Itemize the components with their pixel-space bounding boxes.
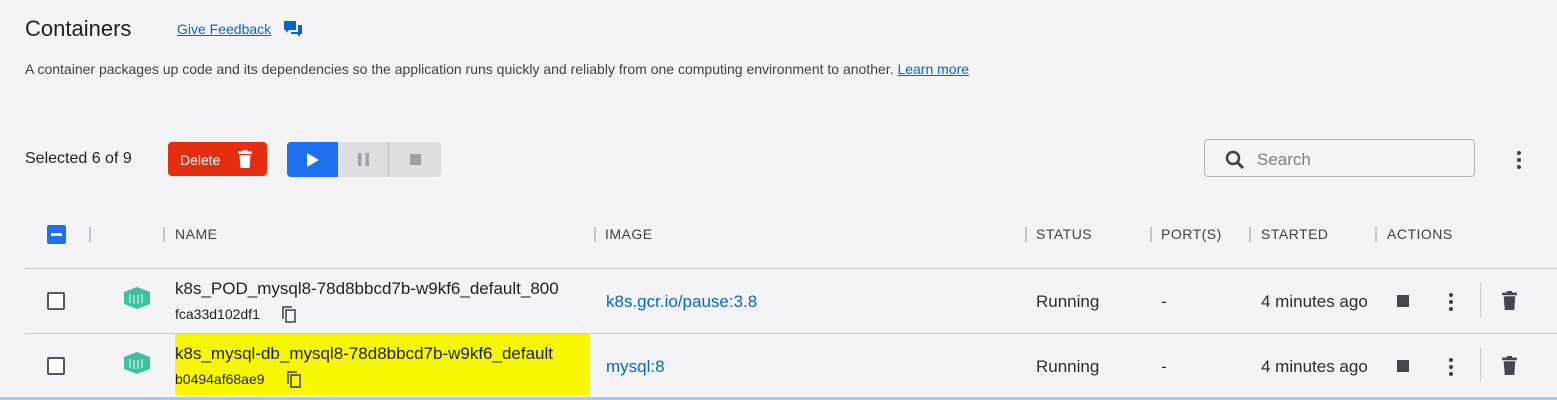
start-button[interactable] xyxy=(287,142,338,177)
started-text: 4 minutes ago xyxy=(1261,357,1368,376)
chat-bubbles-icon[interactable] xyxy=(283,20,303,38)
trash-icon[interactable] xyxy=(1502,356,1517,375)
pause-icon xyxy=(358,153,369,166)
copy-icon[interactable] xyxy=(282,306,296,323)
column-separator xyxy=(1150,227,1152,242)
ports-text: - xyxy=(1161,292,1167,311)
container-cube-icon xyxy=(124,287,150,309)
trash-icon[interactable] xyxy=(1502,291,1517,310)
delete-button[interactable]: Delete xyxy=(168,142,267,176)
more-options-icon[interactable] xyxy=(1516,150,1522,170)
column-separator xyxy=(594,227,596,242)
delete-button-label: Delete xyxy=(180,152,221,168)
column-header-actions: ACTIONS xyxy=(1387,226,1453,242)
column-separator xyxy=(163,227,165,242)
stop-icon xyxy=(410,154,421,165)
column-separator xyxy=(1375,227,1377,242)
row-checkbox[interactable] xyxy=(47,292,65,310)
selection-count: Selected 6 of 9 xyxy=(25,150,132,167)
column-separator xyxy=(1249,227,1251,242)
container-cube-icon xyxy=(124,352,150,374)
row-checkbox[interactable] xyxy=(47,357,65,375)
container-name[interactable]: k8s_mysql-db_mysql8-78d8bbcd7b-w9kf6_def… xyxy=(175,344,590,364)
more-options-icon[interactable] xyxy=(1448,292,1454,312)
ports-text: - xyxy=(1161,357,1167,376)
give-feedback-link[interactable]: Give Feedback xyxy=(177,21,271,37)
image-link[interactable]: k8s.gcr.io/pause:3.8 xyxy=(606,292,757,312)
column-header-image[interactable]: IMAGE xyxy=(605,226,653,242)
column-separator xyxy=(89,227,91,242)
page-description: A container packages up code and its dep… xyxy=(25,61,969,77)
stop-icon[interactable] xyxy=(1397,360,1409,372)
copy-icon[interactable] xyxy=(287,371,301,388)
search-input[interactable]: Search xyxy=(1204,139,1475,177)
search-placeholder: Search xyxy=(1257,150,1311,169)
table-row[interactable]: k8s_mysql-db_mysql8-78d8bbcd7b-w9kf6_def… xyxy=(0,334,1557,397)
container-actions-group xyxy=(287,142,441,177)
column-header-started[interactable]: STARTED xyxy=(1261,226,1329,242)
page-title: Containers xyxy=(25,16,132,41)
action-divider xyxy=(1480,348,1481,382)
more-options-icon[interactable] xyxy=(1448,357,1454,377)
stop-button[interactable] xyxy=(389,142,441,177)
status-text: Running xyxy=(1036,357,1100,376)
image-link[interactable]: mysql:8 xyxy=(606,357,665,377)
column-header-status[interactable]: STATUS xyxy=(1036,226,1092,242)
column-header-name[interactable]: NAME xyxy=(175,226,217,242)
table-row[interactable]: k8s_POD_mysql8-78d8bbcd7b-w9kf6_default_… xyxy=(0,269,1557,333)
status-text: Running xyxy=(1036,292,1100,311)
play-icon xyxy=(307,153,319,167)
stop-icon[interactable] xyxy=(1397,295,1409,307)
container-id: b0494af68ae9 xyxy=(175,371,265,387)
select-all-checkbox[interactable] xyxy=(47,225,66,244)
container-id: fca33d102df1 xyxy=(175,306,260,322)
pause-button[interactable] xyxy=(338,142,389,177)
learn-more-link[interactable]: Learn more xyxy=(897,61,969,77)
magnifier-icon xyxy=(1225,150,1245,170)
container-name[interactable]: k8s_POD_mysql8-78d8bbcd7b-w9kf6_default_… xyxy=(175,279,594,299)
trash-icon xyxy=(238,150,252,168)
action-divider xyxy=(1480,283,1481,317)
description-text: A container packages up code and its dep… xyxy=(25,61,894,77)
started-text: 4 minutes ago xyxy=(1261,292,1368,311)
column-header-ports[interactable]: PORT(S) xyxy=(1161,226,1222,242)
column-separator xyxy=(1025,227,1027,242)
